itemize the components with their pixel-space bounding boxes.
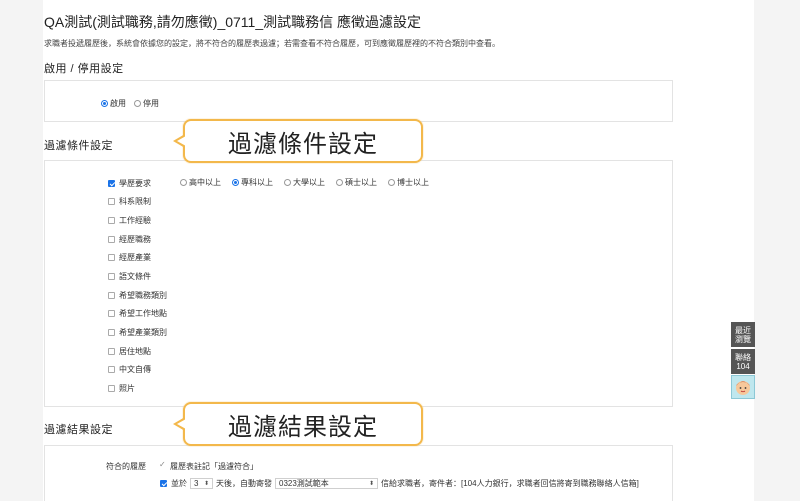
template-select[interactable]: 0323測試範本 ⬍ bbox=[275, 478, 378, 489]
radio-college-label: 專科以上 bbox=[241, 178, 273, 187]
assistant-avatar[interactable] bbox=[731, 375, 755, 399]
criteria-item-past-industry[interactable]: 經歷產業 bbox=[108, 252, 151, 263]
past-job-checkbox[interactable] bbox=[108, 236, 115, 243]
criteria-label: 中文自傳 bbox=[119, 365, 151, 374]
radio-university[interactable]: 大學以上 bbox=[284, 177, 325, 188]
desired-industry-checkbox[interactable] bbox=[108, 329, 115, 336]
mark-checkbox[interactable] bbox=[159, 460, 166, 470]
callout-tail-inner bbox=[177, 136, 186, 146]
contact-104-button[interactable]: 聯絡 104 bbox=[731, 349, 755, 374]
radio-university-label: 大學以上 bbox=[293, 178, 325, 187]
match-row: 符合的履歷 履歷表註記「過濾符合」 bbox=[106, 460, 258, 472]
radio-disable-indicator[interactable] bbox=[134, 100, 141, 107]
page-title: QA測試(測試職務,請勿應徵)_0711_測試職務信 應徵過濾設定 bbox=[44, 14, 422, 30]
criteria-item-residence[interactable]: 居住地點 bbox=[108, 346, 151, 357]
radio-master[interactable]: 碩士以上 bbox=[336, 177, 377, 188]
past-industry-checkbox[interactable] bbox=[108, 254, 115, 261]
criteria-item-desired-industry[interactable]: 希望產業類別 bbox=[108, 327, 167, 338]
mark-label: 履歷表註記「過濾符合」 bbox=[170, 462, 258, 471]
criteria-item-desired-job[interactable]: 希望職務類別 bbox=[108, 290, 167, 301]
criteria-item-photo[interactable]: 照片 bbox=[108, 383, 135, 394]
filter-callout: 過濾條件設定 bbox=[173, 119, 423, 163]
criteria-item-autobiography[interactable]: 中文自傳 bbox=[108, 364, 151, 375]
days-value: 3 bbox=[194, 479, 199, 488]
criteria-label: 經歷產業 bbox=[119, 253, 151, 262]
experience-checkbox[interactable] bbox=[108, 217, 115, 224]
avatar-icon bbox=[736, 381, 750, 395]
criteria-label: 工作經驗 bbox=[119, 216, 151, 225]
match-label: 符合的履歷 bbox=[106, 462, 146, 471]
language-checkbox[interactable] bbox=[108, 273, 115, 280]
auto-send-checkbox[interactable] bbox=[160, 480, 167, 487]
result-card bbox=[44, 445, 673, 501]
radio-doctor[interactable]: 博士以上 bbox=[388, 177, 429, 188]
and-label: 並於 bbox=[171, 479, 187, 488]
autobiography-checkbox[interactable] bbox=[108, 366, 115, 373]
send-text: 信給求職者，寄件者：[104人力銀行，求職者回信將寄到職務聯絡人信箱] bbox=[381, 479, 639, 488]
filter-callout-text: 過濾條件設定 bbox=[228, 130, 378, 158]
desired-location-checkbox[interactable] bbox=[108, 310, 115, 317]
criteria-label: 學歷要求 bbox=[119, 179, 151, 188]
callout-tail-inner bbox=[177, 419, 186, 429]
result-callout-text: 過濾結果設定 bbox=[228, 413, 378, 441]
radio-master-indicator[interactable] bbox=[336, 179, 343, 186]
criteria-label: 居住地點 bbox=[119, 347, 151, 356]
chevron-down-icon: ⬍ bbox=[203, 481, 209, 487]
education-level-radio-group: 高中以上 專科以上 大學以上 碩士以上 博士以上 bbox=[180, 177, 429, 188]
enable-radio-group: 啟用 停用 bbox=[101, 98, 159, 109]
radio-disable-label: 停用 bbox=[143, 99, 159, 108]
recent-view-button[interactable]: 最近 瀏覽 bbox=[731, 322, 755, 347]
result-callout: 過濾結果設定 bbox=[173, 402, 423, 446]
criteria-label: 語文條件 bbox=[119, 272, 151, 281]
criteria-item-language[interactable]: 語文條件 bbox=[108, 271, 151, 282]
criteria-item-major[interactable]: 科系限制 bbox=[108, 196, 151, 207]
radio-master-label: 碩士以上 bbox=[345, 178, 377, 187]
radio-high-school[interactable]: 高中以上 bbox=[180, 177, 221, 188]
major-checkbox[interactable] bbox=[108, 198, 115, 205]
criteria-item-past-job[interactable]: 經歷職務 bbox=[108, 234, 151, 245]
criteria-item-experience[interactable]: 工作經驗 bbox=[108, 215, 151, 226]
radio-disable[interactable]: 停用 bbox=[134, 98, 159, 109]
residence-checkbox[interactable] bbox=[108, 348, 115, 355]
radio-high-school-label: 高中以上 bbox=[189, 178, 221, 187]
radio-enable-indicator[interactable] bbox=[101, 100, 108, 107]
template-value: 0323測試範本 bbox=[279, 479, 329, 488]
radio-doctor-label: 博士以上 bbox=[397, 178, 429, 187]
radio-doctor-indicator[interactable] bbox=[388, 179, 395, 186]
criteria-label: 經歷職務 bbox=[119, 235, 151, 244]
radio-enable-label: 啟用 bbox=[110, 99, 126, 108]
filter-notice: 求職者投遞履歷後，系統會依據您的設定，將不符合的履歷表過濾；若需查看不符合履歷，… bbox=[44, 39, 500, 48]
chevron-down-icon: ⬍ bbox=[368, 481, 374, 487]
radio-college[interactable]: 專科以上 bbox=[232, 177, 273, 188]
criteria-item-desired-location[interactable]: 希望工作地點 bbox=[108, 308, 167, 319]
photo-checkbox[interactable] bbox=[108, 385, 115, 392]
criteria-label: 照片 bbox=[119, 384, 135, 393]
result-section-title: 過濾結果設定 bbox=[44, 424, 113, 436]
criteria-label: 希望工作地點 bbox=[119, 309, 167, 318]
filter-section-title: 過濾條件設定 bbox=[44, 140, 113, 152]
desired-job-checkbox[interactable] bbox=[108, 292, 115, 299]
radio-college-indicator[interactable] bbox=[232, 179, 239, 186]
education-checkbox[interactable] bbox=[108, 180, 115, 187]
days-select[interactable]: 3 ⬍ bbox=[190, 478, 213, 489]
enable-section-title: 啟用 / 停用設定 bbox=[44, 63, 124, 75]
criteria-item-education[interactable]: 學歷要求 bbox=[108, 178, 151, 189]
radio-high-school-indicator[interactable] bbox=[180, 179, 187, 186]
after-days-text: 天後，自動寄發 bbox=[216, 479, 272, 488]
radio-enable[interactable]: 啟用 bbox=[101, 98, 126, 109]
criteria-label: 希望產業類別 bbox=[119, 328, 167, 337]
radio-university-indicator[interactable] bbox=[284, 179, 291, 186]
auto-send-row: 並於 3 ⬍ 天後，自動寄發 0323測試範本 ⬍ 信給求職者，寄件者：[104… bbox=[160, 478, 639, 489]
criteria-label: 希望職務類別 bbox=[119, 291, 167, 300]
criteria-label: 科系限制 bbox=[119, 197, 151, 206]
